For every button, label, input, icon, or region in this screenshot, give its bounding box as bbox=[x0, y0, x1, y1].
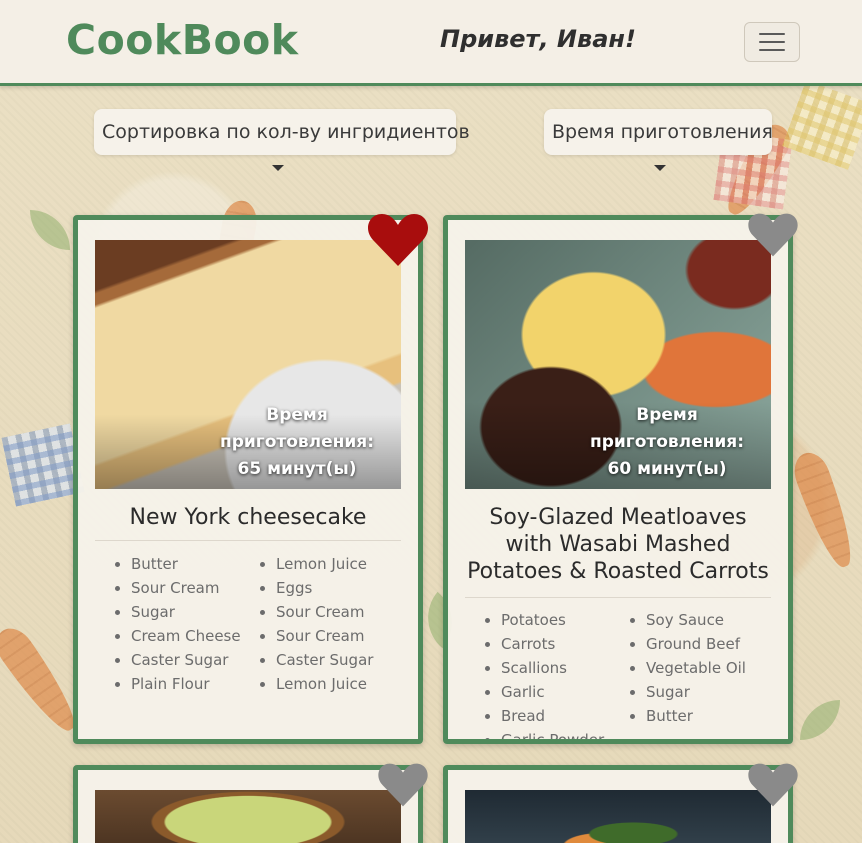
leaf-decoration bbox=[30, 210, 70, 250]
ingredient-item: Vegetable Oil bbox=[646, 656, 746, 680]
recipe-image[interactable] bbox=[95, 790, 401, 843]
ingredient-item: Potatoes bbox=[501, 608, 604, 632]
ingredient-item: Carrots bbox=[501, 632, 604, 656]
hamburger-icon bbox=[759, 41, 785, 43]
cook-time-value: 65 минут(ы) bbox=[237, 459, 357, 479]
recipe-title[interactable]: Soy-Glazed Meatloaves with Wasabi Mashed… bbox=[465, 504, 771, 585]
ingredient-item: Garlic Powder bbox=[501, 728, 604, 739]
cook-time-select[interactable]: Время приготовления bbox=[544, 109, 773, 155]
cook-time-caption: Время приготовления: bbox=[219, 405, 375, 452]
hamburger-icon bbox=[759, 33, 785, 35]
ingredient-item: Lemon Juice bbox=[276, 672, 373, 696]
cook-time-value: 60 минут(ы) bbox=[607, 459, 727, 479]
recipe-card[interactable] bbox=[73, 765, 423, 843]
brand-logo[interactable]: CookBook bbox=[66, 16, 299, 64]
ingredient-item: Soy Sauce bbox=[646, 608, 746, 632]
ingredient-item: Butter bbox=[131, 552, 241, 576]
ingredient-item: Lemon Juice bbox=[276, 552, 373, 576]
sort-ingredients-select[interactable]: Сортировка по кол-ву ингридиентов bbox=[94, 109, 470, 155]
divider bbox=[465, 597, 771, 598]
recipe-image[interactable] bbox=[465, 790, 771, 843]
ingredients-list-left: Potatoes Carrots Scallions Garlic Bread … bbox=[483, 608, 604, 739]
yellow-patch-decoration bbox=[782, 80, 862, 170]
ingredient-item: Sour Cream bbox=[276, 600, 373, 624]
recipe-card[interactable] bbox=[443, 765, 793, 843]
recipe-image[interactable]: Время приготовления: 60 минут(ы) bbox=[465, 240, 771, 489]
navbar: CookBook Привет, Иван! bbox=[0, 0, 862, 86]
ingredient-item: Garlic bbox=[501, 680, 604, 704]
menu-toggle-button[interactable] bbox=[744, 22, 800, 62]
ingredient-item: Sugar bbox=[131, 600, 241, 624]
ingredient-item: Sour Cream bbox=[276, 624, 373, 648]
quiche-photo bbox=[95, 790, 401, 843]
heart-icon[interactable] bbox=[377, 762, 429, 808]
favorite-heart-inactive bbox=[748, 213, 798, 257]
ingredients-list-right: Lemon Juice Eggs Sour Cream Sour Cream C… bbox=[258, 552, 373, 696]
cook-time-overlay: Время приготовления: 60 минут(ы) bbox=[567, 402, 767, 483]
favorite-heart-inactive bbox=[748, 763, 798, 807]
ingredient-item: Sugar bbox=[646, 680, 746, 704]
ingredients-list-right: Soy Sauce Ground Beef Vegetable Oil Suga… bbox=[628, 608, 746, 728]
dish-photo bbox=[465, 790, 771, 843]
sort-ingredients-label: Сортировка по кол-ву ингридиентов bbox=[102, 121, 470, 143]
ingredient-item: Sour Cream bbox=[131, 576, 241, 600]
heart-icon[interactable] bbox=[367, 212, 429, 268]
heart-icon[interactable] bbox=[747, 762, 799, 808]
favorite-heart-inactive bbox=[378, 763, 428, 807]
recipe-image[interactable]: Время приготовления: 65 минут(ы) bbox=[95, 240, 401, 489]
ingredient-item: Cream Cheese bbox=[131, 624, 241, 648]
favorite-heart-active bbox=[367, 214, 429, 266]
ingredient-item: Ground Beef bbox=[646, 632, 746, 656]
ingredient-item: Plain Flour bbox=[131, 672, 241, 696]
cook-time-label: Время приготовления bbox=[552, 121, 773, 143]
recipe-card[interactable]: Время приготовления: 65 минут(ы) New Yor… bbox=[73, 215, 423, 744]
heart-icon[interactable] bbox=[747, 212, 799, 258]
hamburger-icon bbox=[759, 49, 785, 51]
chevron-down-icon[interactable] bbox=[654, 165, 666, 171]
recipe-title[interactable]: New York cheesecake bbox=[95, 504, 401, 531]
divider bbox=[95, 540, 401, 541]
cook-time-overlay: Время приготовления: 65 минут(ы) bbox=[197, 402, 397, 483]
leaf-decoration bbox=[800, 700, 840, 740]
chevron-down-icon[interactable] bbox=[272, 165, 284, 171]
ingredient-item: Bread bbox=[501, 704, 604, 728]
ingredient-item: Butter bbox=[646, 704, 746, 728]
user-greeting: Привет, Иван! bbox=[440, 25, 636, 53]
ingredient-item: Caster Sugar bbox=[276, 648, 373, 672]
ingredient-item: Eggs bbox=[276, 576, 373, 600]
ingredient-item: Scallions bbox=[501, 656, 604, 680]
recipe-card[interactable]: Время приготовления: 60 минут(ы) Soy-Gla… bbox=[443, 215, 793, 744]
ingredient-item: Caster Sugar bbox=[131, 648, 241, 672]
cook-time-caption: Время приготовления: bbox=[589, 405, 745, 452]
carrot-decoration bbox=[788, 447, 862, 573]
ingredients-list-left: Butter Sour Cream Sugar Cream Cheese Cas… bbox=[113, 552, 241, 696]
